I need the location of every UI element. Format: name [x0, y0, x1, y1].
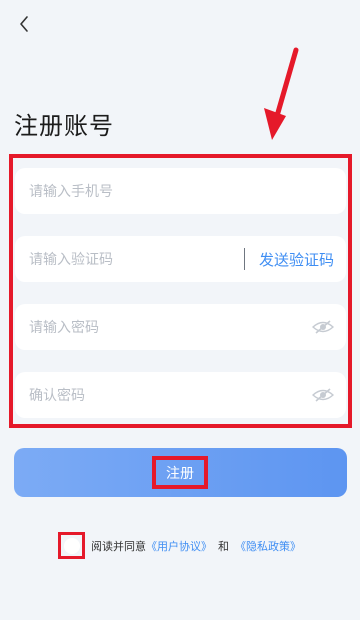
send-code-button[interactable]: 发送验证码 [259, 249, 334, 270]
register-button-label: 注册 [166, 465, 194, 482]
annotation-arrow-icon [264, 47, 299, 140]
phone-field[interactable]: 请输入手机号 [15, 168, 346, 214]
agreement-prefix: 阅读并同意 [91, 539, 146, 553]
eye-closed-icon[interactable] [312, 388, 334, 402]
user-agreement-link[interactable]: 《用户协议》 [146, 538, 212, 554]
privacy-policy-link[interactable]: 《隐私政策》 [235, 538, 301, 554]
chevron-left-icon [20, 16, 28, 32]
password-field[interactable]: 请输入密码 [15, 304, 346, 350]
divider [243, 248, 245, 270]
page-title: 注册账号 [14, 112, 114, 140]
register-label-highlight[interactable]: 注册 [152, 456, 208, 489]
checkbox-circle-icon [63, 537, 80, 554]
agreement-row: 阅读并同意 《用户协议》 和 《隐私政策》 [58, 532, 301, 559]
password-input[interactable]: 请输入密码 [29, 317, 312, 337]
confirm-password-input[interactable]: 确认密码 [29, 385, 312, 405]
agreement-checkbox[interactable] [58, 532, 85, 559]
code-field[interactable]: 请输入验证码 发送验证码 [15, 236, 346, 282]
back-button[interactable] [12, 12, 36, 36]
phone-input[interactable]: 请输入手机号 [29, 181, 334, 201]
code-input[interactable]: 请输入验证码 [29, 249, 244, 269]
eye-closed-icon[interactable] [312, 320, 334, 334]
confirm-password-field[interactable]: 确认密码 [15, 372, 346, 418]
agreement-and: 和 [218, 539, 229, 553]
